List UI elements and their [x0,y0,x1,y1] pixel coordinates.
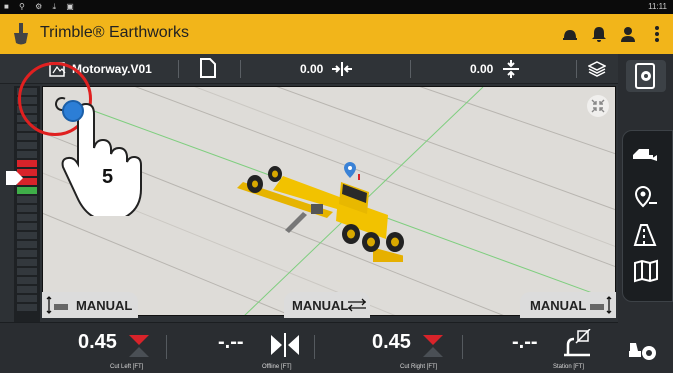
layers-icon[interactable] [587,60,607,83]
center-blade-icon [348,298,366,312]
device-settings-icon [635,63,655,89]
toolbar-divider [178,60,179,78]
lightbar-segment [17,214,37,221]
station-icon [564,329,591,357]
loader-settings-icon [629,343,656,360]
map-icon[interactable] [633,259,659,288]
app-title: Trimble® Earthworks [40,24,189,41]
lightbar-segment [17,250,37,257]
lightbar-segment [17,151,37,158]
overflow-menu-icon[interactable] [648,25,666,43]
bell-icon[interactable] [590,25,608,43]
lightbar-cut-segment [17,160,37,167]
readout-divider [462,335,463,359]
new-file-icon[interactable] [200,58,216,83]
left-mode-button[interactable]: MANUAL [42,292,138,318]
tap-point-indicator [62,100,84,122]
status-icons: ■ ⚲ ⚙ ⤓ ▣ [4,2,78,11]
center-mode-button[interactable]: MANUAL [284,292,370,318]
trimble-shovel-logo-icon [10,22,32,51]
user-icon[interactable] [619,25,637,43]
toolbar-divider [240,60,241,78]
machine-config-button[interactable] [626,335,660,370]
cut-left-label: Cut Left [FT] [110,364,144,370]
cut-right-arrow-icon [423,335,443,357]
readout-divider [314,335,315,359]
lightbar-pointer-icon [6,170,24,191]
right-mode-button[interactable]: MANUAL [520,292,616,318]
cut-left-arrow-icon [129,335,149,357]
hard-hat-icon[interactable] [561,25,579,43]
tools-drawer [622,130,673,302]
guidance-readout-bar: 0.45 Cut Left [FT] -.-- Offline [FT] 0.4… [0,322,618,373]
center-mode-label: MANUAL [292,298,349,313]
lightbar-segment [17,223,37,230]
machine-settings-button[interactable] [626,60,666,92]
lightbar-segment [17,268,37,275]
lightbar-segment [17,286,37,293]
location-pin-icon[interactable] [633,185,659,214]
readout-divider [166,335,167,359]
lightbar-segment [17,241,37,248]
horizontal-offset-icon[interactable] [332,62,352,81]
vertical-offset-icon[interactable] [503,60,519,83]
lightbar-segment [17,196,37,203]
lightbar-segment [17,142,37,149]
lightbar-segment [17,277,37,284]
left-blade-icon [46,296,68,314]
left-mode-label: MANUAL [76,298,133,313]
motor-grader-model [233,142,433,274]
collapse-icon [591,99,605,113]
lightbar-segment [17,205,37,212]
station-label: Station [FT] [553,364,585,370]
station-value[interactable]: -.-- [512,331,538,354]
cut-left-value[interactable]: 0.45 [78,331,117,354]
vertical-offset-value[interactable]: 0.00 [470,62,493,76]
offline-center-icon [271,333,299,357]
toolbar-divider [410,60,411,78]
machine-view-icon[interactable] [631,143,661,170]
offline-label: Offline [FT] [262,364,292,370]
toolbar-divider [576,60,577,78]
horizontal-offset-value[interactable]: 0.00 [300,62,323,76]
design-name[interactable]: Motorway.V01 [72,62,152,76]
lightbar-segment [17,232,37,239]
lightbar-segment [17,259,37,266]
lightbar-segment [17,304,37,311]
cut-right-label: Cut Right [FT] [400,364,438,370]
right-blade-icon [590,296,612,314]
system-status-bar: ■ ⚲ ⚙ ⤓ ▣ 11:11 [0,0,673,14]
step-number: 5 [102,166,114,188]
design-toolbar: Motorway.V01 0.00 0.00 [0,54,618,84]
right-mode-label: MANUAL [530,298,587,313]
clock: 11:11 [648,2,667,11]
app-header: Trimble® Earthworks [0,14,673,54]
lightbar-segment [17,133,37,140]
collapse-view-button[interactable] [587,95,609,117]
cut-right-value[interactable]: 0.45 [372,331,411,354]
lightbar-segment [17,295,37,302]
offline-value[interactable]: -.-- [218,331,244,354]
road-view-icon[interactable] [633,223,659,252]
